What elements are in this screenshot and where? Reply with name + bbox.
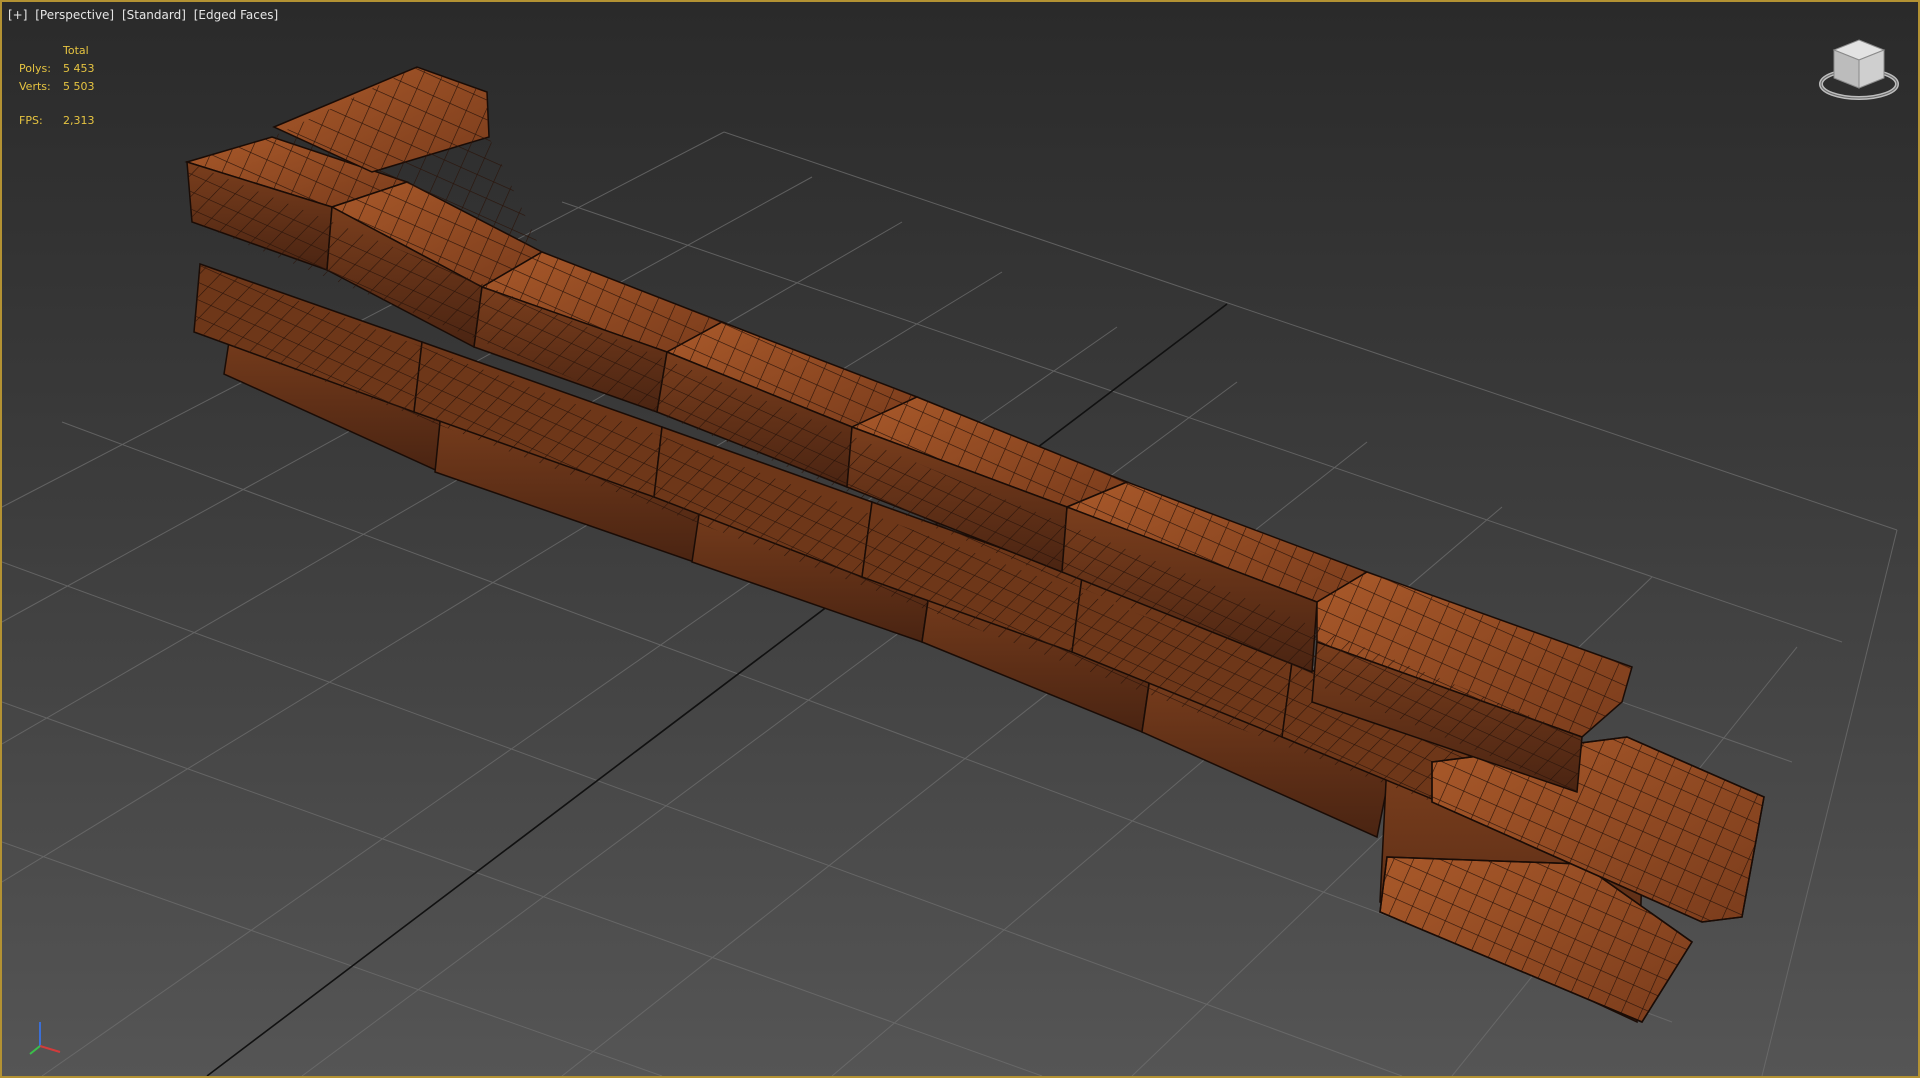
stats-fps-label: FPS: — [19, 114, 43, 127]
stats-polys-row: Polys: 5 453 — [19, 60, 95, 78]
viewport-display-menu[interactable]: [Edged Faces] — [194, 8, 278, 22]
viewcube-icon[interactable] — [1814, 32, 1904, 112]
scene-canvas[interactable] — [2, 2, 1918, 1076]
axis-tripod-icon — [29, 1022, 61, 1055]
stats-fps-value: 2,313 — [63, 114, 95, 127]
stats-verts-row: Verts: 5 503 — [19, 78, 95, 96]
viewport-shading-menu[interactable]: [Standard] — [122, 8, 186, 22]
brick-wall-mesh — [184, 66, 1765, 1024]
stats-verts-label: Verts: — [19, 80, 51, 93]
stats-total-label: Total — [63, 44, 89, 57]
stats-fps-row: FPS: 2,313 — [19, 112, 95, 130]
viewport-statistics: Total Polys: 5 453 Verts: 5 503 FPS: 2,3… — [19, 42, 95, 130]
stats-verts-value: 5 503 — [63, 80, 95, 93]
stats-polys-value: 5 453 — [63, 62, 95, 75]
perspective-viewport[interactable]: [+] [Perspective] [Standard] [Edged Face… — [0, 0, 1920, 1078]
stats-polys-label: Polys: — [19, 62, 51, 75]
viewport-label-menu[interactable]: [+] [Perspective] [Standard] [Edged Face… — [8, 8, 282, 22]
viewport-plus-menu[interactable]: [+] — [8, 8, 27, 22]
viewport-pov-menu[interactable]: [Perspective] — [35, 8, 114, 22]
